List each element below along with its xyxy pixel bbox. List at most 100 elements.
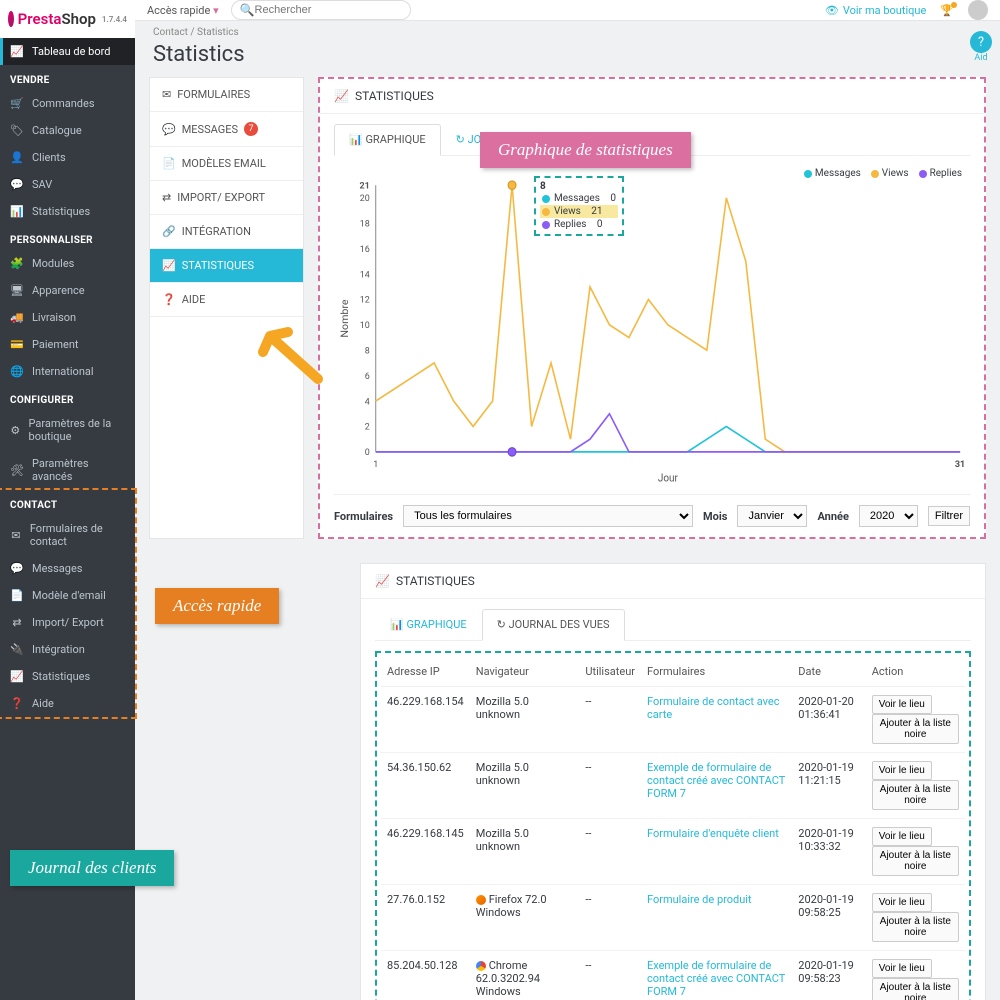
th-form[interactable]: Formulaires	[641, 657, 792, 687]
modnav-modeles[interactable]: 📄MODÈLES EMAIL	[150, 147, 303, 181]
sidebar-item-dashboard[interactable]: 📈Tableau de bord	[0, 38, 135, 65]
sidebar-item-sav[interactable]: 💬SAV	[0, 171, 135, 198]
search-input[interactable]	[255, 4, 402, 16]
modnav-messages[interactable]: 💬MESSAGES7	[150, 112, 303, 147]
view-location-button[interactable]: Voir le lieu	[872, 761, 932, 780]
messages-badge: 7	[244, 122, 258, 136]
page-title: Statistics	[135, 38, 970, 77]
sidebar-section-config: CONFIGURER	[0, 385, 135, 410]
search-icon: 🔍	[240, 3, 255, 17]
form-link[interactable]: Exemple de formulaire de contact créé av…	[647, 959, 785, 998]
svg-text:1: 1	[373, 459, 378, 470]
quick-access-menu[interactable]: Accès rapide ▾	[147, 4, 219, 17]
th-user[interactable]: Utilisateur	[579, 657, 641, 687]
user-icon: 👤	[10, 151, 24, 164]
modnav-statistiques[interactable]: 📈STATISTIQUES	[150, 249, 303, 283]
sidebar-item-commandes[interactable]: 🛒Commandes	[0, 90, 135, 117]
form-link[interactable]: Formulaire de produit	[647, 893, 752, 906]
sidebar-item-livraison[interactable]: 🚚Livraison	[0, 304, 135, 331]
svg-text:31: 31	[955, 459, 965, 470]
mail-icon: ✉	[162, 88, 171, 101]
th-date[interactable]: Date	[792, 657, 865, 687]
svg-text:12: 12	[360, 294, 370, 305]
chart-icon: 📈	[162, 259, 176, 272]
filter-year-select[interactable]: 2020	[859, 505, 918, 527]
th-browser[interactable]: Navigateur	[470, 657, 580, 687]
avatar[interactable]	[968, 0, 988, 20]
tag-icon: 🏷	[10, 124, 24, 137]
blacklist-button[interactable]: Ajouter à la liste noire	[872, 912, 959, 942]
table-row: 54.36.150.62 Mozilla 5.0 unknown -- Exem…	[381, 753, 965, 819]
sidebar-item-paiement[interactable]: 💳Paiement	[0, 331, 135, 358]
sidebar-section-vendre: VENDRE	[0, 65, 135, 90]
log-panel-title: 📈STATISTIQUES	[361, 564, 985, 599]
gear-icon: ⚙	[10, 424, 21, 437]
tab-journal-2[interactable]: ↻ JOURNAL DES VUES	[482, 609, 625, 641]
sidebar-item-shop-params[interactable]: ⚙Paramètres de la boutique	[0, 410, 135, 450]
filter-button[interactable]: Filtrer	[928, 506, 970, 526]
sidebar-item-contact-help[interactable]: ❓Aide	[0, 690, 135, 717]
notifications-icon[interactable]: 🏆	[940, 4, 954, 17]
form-link[interactable]: Formulaire de contact avec carte	[647, 695, 780, 721]
sidebar-item-stats[interactable]: 📊Statistiques	[0, 198, 135, 225]
cell-date: 2020-01-19 10:33:32	[792, 819, 865, 885]
sidebar-item-clients[interactable]: 👤Clients	[0, 144, 135, 171]
sidebar-item-contact-forms[interactable]: ✉Formulaires de contact	[0, 515, 135, 555]
sidebar-item-modules[interactable]: 🧩Modules	[0, 250, 135, 277]
svg-text:14: 14	[360, 269, 370, 280]
logo-icon	[8, 11, 14, 27]
modnav-aide[interactable]: ❓AIDE	[150, 283, 303, 317]
svg-text:21: 21	[360, 180, 370, 191]
sidebar-item-contact-integration[interactable]: 🔌Intégration	[0, 636, 135, 663]
sidebar-item-apparence[interactable]: 🖥Apparence	[0, 277, 135, 304]
chart-legend: Messages Views Replies	[804, 168, 962, 179]
chart-svg: 024681012141618202113131NombreJour	[334, 166, 970, 486]
sidebar-item-catalogue[interactable]: 🏷Catalogue	[0, 117, 135, 144]
view-location-button[interactable]: Voir le lieu	[872, 893, 932, 912]
blacklist-button[interactable]: Ajouter à la liste noire	[872, 978, 959, 1000]
cell-form: Formulaire de produit	[641, 885, 792, 951]
chart-icon: 📊	[349, 133, 363, 146]
filter-month-select[interactable]: Janvier	[737, 505, 807, 527]
history-icon: ↻	[497, 618, 506, 631]
form-link[interactable]: Formulaire d'enquête client	[647, 827, 779, 840]
globe-icon: 🌐	[10, 365, 24, 378]
modnav-import[interactable]: ⇄IMPORT/ EXPORT	[150, 181, 303, 215]
puzzle-icon: 🧩	[10, 257, 24, 270]
modnav-integration[interactable]: 🔗INTÉGRATION	[150, 215, 303, 249]
tab-graphique-2[interactable]: 📊 GRAPHIQUE	[375, 609, 482, 640]
sidebar-item-international[interactable]: 🌐International	[0, 358, 135, 385]
tab-graphique[interactable]: 📊 GRAPHIQUE	[334, 124, 441, 156]
help-button[interactable]: ?	[970, 31, 992, 53]
cell-form: Exemple de formulaire de contact créé av…	[641, 753, 792, 819]
th-ip[interactable]: Adresse IP	[381, 657, 470, 687]
filter-form-select[interactable]: Tous les formulaires	[403, 505, 693, 527]
svg-text:8: 8	[365, 345, 370, 356]
view-location-button[interactable]: Voir le lieu	[872, 695, 932, 714]
view-shop-link[interactable]: 👁Voir ma boutique	[825, 4, 926, 17]
sidebar-item-contact-messages[interactable]: 💬Messages	[0, 555, 135, 582]
cell-user: --	[579, 951, 641, 1000]
module-nav: ✉FORMULAIRES 💬MESSAGES7 📄MODÈLES EMAIL ⇄…	[149, 77, 304, 539]
sidebar-item-adv-params[interactable]: 🛠Paramètres avancés	[0, 450, 135, 490]
help-label: Aid	[970, 53, 992, 63]
plug-icon: 🔗	[162, 225, 176, 238]
cell-ip: 27.76.0.152	[381, 885, 470, 951]
swap-icon: ⇄	[162, 191, 171, 204]
svg-text:16: 16	[360, 244, 370, 255]
sidebar-item-contact-email[interactable]: 📄Modèle d'email	[0, 582, 135, 609]
form-link[interactable]: Exemple de formulaire de contact créé av…	[647, 761, 785, 800]
search-input-wrap[interactable]: 🔍	[231, 0, 411, 20]
view-location-button[interactable]: Voir le lieu	[872, 827, 932, 846]
sidebar-item-contact-import[interactable]: ⇄Import/ Export	[0, 609, 135, 636]
view-location-button[interactable]: Voir le lieu	[872, 959, 932, 978]
modnav-formulaires[interactable]: ✉FORMULAIRES	[150, 78, 303, 112]
blacklist-button[interactable]: Ajouter à la liste noire	[872, 780, 959, 810]
blacklist-button[interactable]: Ajouter à la liste noire	[872, 714, 959, 744]
cell-browser: Mozilla 5.0 unknown	[470, 753, 580, 819]
cell-form: Formulaire d'enquête client	[641, 819, 792, 885]
sliders-icon: 🛠	[10, 464, 24, 477]
arrow-annotation-icon	[258, 324, 328, 384]
blacklist-button[interactable]: Ajouter à la liste noire	[872, 846, 959, 876]
sidebar-item-contact-stats[interactable]: 📈Statistiques	[0, 663, 135, 690]
